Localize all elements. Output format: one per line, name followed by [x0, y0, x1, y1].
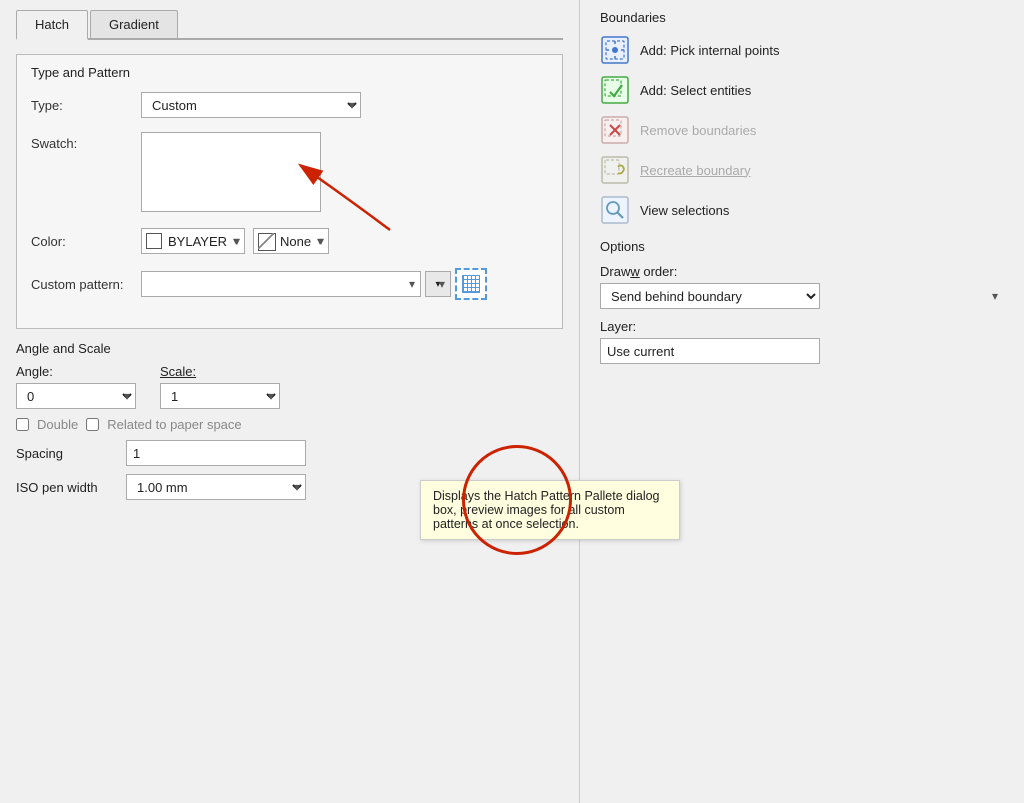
none-select[interactable]: None — [278, 229, 314, 253]
custom-pattern-input[interactable] — [141, 271, 421, 297]
type-pattern-title: Type and Pattern — [31, 65, 548, 80]
angle-scale-title: Angle and Scale — [16, 341, 563, 356]
boundary-item-view[interactable]: View selections — [600, 195, 1004, 225]
boundary-item-select[interactable]: Add: Select entities — [600, 75, 1004, 105]
draw-order-select[interactable]: Do not assign Send to back Bring to fron… — [600, 283, 820, 309]
color-select[interactable]: BYLAYER — [166, 229, 230, 253]
custom-pattern-label: Custom pattern: — [31, 277, 141, 292]
view-selections-label: View selections — [640, 203, 729, 218]
double-label: Double — [37, 417, 78, 432]
angle-label: Angle: — [16, 364, 136, 379]
remove-boundaries-label: Remove boundaries — [640, 123, 756, 138]
double-checkbox[interactable] — [16, 418, 29, 431]
tab-gradient[interactable]: Gradient — [90, 10, 178, 38]
recreate-boundary-label: Recreate boundary — [640, 163, 751, 178]
boundary-item-pick[interactable]: Add: Pick internal points — [600, 35, 1004, 65]
select-entities-icon — [600, 75, 630, 105]
spacing-label: Spacing — [16, 446, 126, 461]
tab-hatch[interactable]: Hatch — [16, 10, 88, 40]
boundary-item-recreate[interactable]: Recreate boundary — [600, 155, 1004, 185]
layer-input[interactable] — [600, 338, 820, 364]
recreate-boundary-icon — [600, 155, 630, 185]
layer-label: Layer: — [600, 319, 1004, 334]
pattern-palette-btn[interactable] — [455, 268, 487, 300]
color-label: Color: — [31, 234, 141, 249]
boundary-item-remove[interactable]: Remove boundaries — [600, 115, 1004, 145]
related-label: Related to paper space — [107, 417, 241, 432]
related-checkbox[interactable] — [86, 418, 99, 431]
tooltip-text: Displays the Hatch Pattern Pallete dialo… — [433, 489, 660, 531]
pick-internal-label: Add: Pick internal points — [640, 43, 779, 58]
none-select-wrap[interactable]: None ▾ — [253, 228, 329, 254]
scale-select[interactable]: 1 — [160, 383, 280, 409]
select-entities-label: Add: Select entities — [640, 83, 751, 98]
remove-boundaries-icon — [600, 115, 630, 145]
color-swatch — [146, 233, 162, 249]
scale-label: Scale: — [160, 364, 280, 379]
pattern-grid-icon — [462, 275, 480, 293]
custom-pattern-dropdown-btn[interactable]: ▾ — [425, 271, 451, 297]
type-label: Type: — [31, 98, 141, 113]
boundaries-title: Boundaries — [600, 10, 1004, 25]
swatch-label: Swatch: — [31, 132, 141, 151]
swatch-preview — [141, 132, 321, 212]
draw-order-label: Draww order: — [600, 264, 1004, 279]
spacing-input[interactable] — [126, 440, 306, 466]
none-icon — [258, 233, 274, 249]
none-chevron-icon: ▾ — [318, 234, 324, 248]
options-title: Options — [600, 239, 1004, 254]
angle-select[interactable]: 0 — [16, 383, 136, 409]
pick-internal-icon — [600, 35, 630, 65]
color-chevron-icon: ▾ — [234, 234, 240, 248]
color-select-wrap[interactable]: BYLAYER ▾ — [141, 228, 245, 254]
iso-select[interactable]: 1.00 mm — [126, 474, 306, 500]
iso-label: ISO pen width — [16, 480, 126, 495]
view-selections-icon — [600, 195, 630, 225]
type-select[interactable]: Predefined User defined Custom — [141, 92, 361, 118]
tooltip: Displays the Hatch Pattern Pallete dialo… — [420, 480, 680, 540]
